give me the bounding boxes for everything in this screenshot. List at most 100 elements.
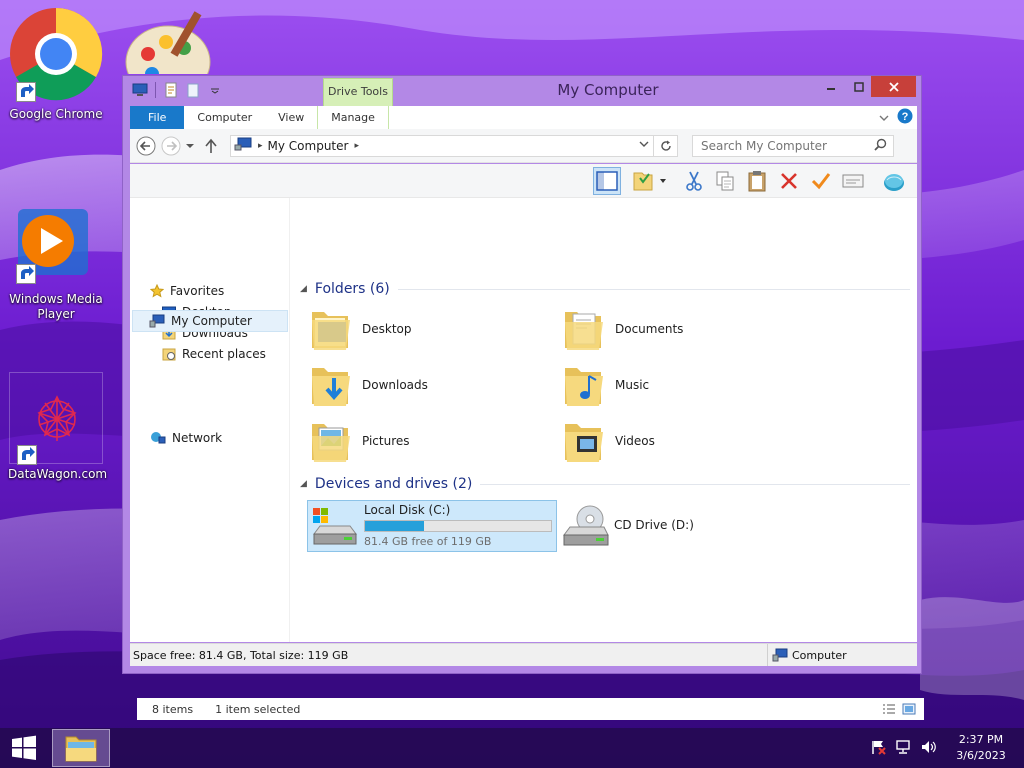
- action-center-flag-icon[interactable]: [870, 739, 886, 758]
- search-box[interactable]: [692, 134, 894, 157]
- tab-view[interactable]: View: [265, 106, 317, 129]
- chevron-down-icon[interactable]: [879, 111, 889, 125]
- details-view-icon[interactable]: [882, 703, 896, 715]
- drive-tile-cd-drive-d[interactable]: CD Drive (D:): [562, 500, 762, 552]
- collapse-caret-icon[interactable]: ◢: [300, 284, 307, 294]
- minimize-button[interactable]: [817, 76, 845, 97]
- search-icon[interactable]: [874, 138, 887, 154]
- breadcrumb-chevron-icon[interactable]: ▸: [354, 141, 359, 151]
- group-header-folders[interactable]: ◢ Folders (6): [300, 281, 910, 297]
- rename-button[interactable]: [807, 167, 835, 195]
- search-input[interactable]: [701, 138, 869, 153]
- taskbar-clock[interactable]: 2:37 PM 3/6/2023: [948, 732, 1014, 764]
- nav-favorites[interactable]: Favorites: [150, 281, 224, 301]
- folder-tile-label: Videos: [615, 434, 655, 448]
- drive-usage-fill: [365, 521, 424, 531]
- back-button[interactable]: [135, 135, 157, 157]
- network-tray-icon[interactable]: [895, 739, 911, 758]
- desktop-icon-label: DataWagon.com: [8, 467, 108, 481]
- nav-favorites-label: Favorites: [170, 284, 225, 298]
- status-bar: 8 items 1 item selected: [137, 698, 924, 720]
- up-button[interactable]: [200, 135, 222, 157]
- cd-drive-icon: [563, 505, 609, 546]
- maximize-icon: [854, 81, 864, 92]
- shortcut-arrow-icon: [16, 82, 36, 102]
- divider: [397, 288, 910, 290]
- desktop-icon-chrome[interactable]: Google Chrome: [6, 4, 106, 122]
- start-button[interactable]: [0, 728, 48, 768]
- maximize-button[interactable]: [845, 76, 873, 97]
- folder-tile-documents[interactable]: Documents: [563, 306, 683, 352]
- folder-tile-desktop[interactable]: Desktop: [310, 306, 412, 352]
- cut-button[interactable]: [680, 167, 708, 195]
- svg-text:?: ?: [902, 111, 909, 123]
- network-small-icon: [151, 432, 166, 444]
- address-dropdown-icon[interactable]: [635, 140, 653, 151]
- folder-tile-downloads[interactable]: Downloads: [310, 362, 428, 408]
- delete-x-icon: [781, 173, 797, 189]
- preview-pane-button[interactable]: [593, 167, 621, 195]
- folder-tile-label: Pictures: [362, 434, 410, 448]
- documents-folder-icon: [565, 312, 603, 350]
- recent-locations-button[interactable]: [182, 135, 198, 157]
- drive-name: CD Drive (D:): [614, 518, 694, 532]
- file-explorer-icon: [65, 736, 97, 762]
- group-header-label: Devices and drives (2): [314, 476, 473, 492]
- desktop-icon-label: Windows Media Player: [9, 292, 103, 321]
- properties-button[interactable]: [839, 167, 867, 195]
- shortcut-arrow-icon: [17, 445, 37, 465]
- address-bar[interactable]: ▸ My Computer ▸: [230, 134, 678, 157]
- delete-button[interactable]: [775, 167, 803, 195]
- collapse-caret-icon[interactable]: ◢: [300, 479, 307, 489]
- details-bar: Space free: 81.4 GB, Total size: 119 GB …: [130, 643, 917, 666]
- folder-tile-pictures[interactable]: Pictures: [310, 418, 410, 464]
- ribbon-controls: ?: [879, 106, 917, 129]
- copy-button[interactable]: [711, 167, 739, 195]
- paste-button[interactable]: [743, 167, 771, 195]
- pane-layout-icon: [596, 171, 618, 191]
- content-area: Favorites Desktop Downloads Recent place…: [130, 198, 924, 720]
- view-switcher: [882, 703, 916, 715]
- breadcrumb-chevron-icon[interactable]: ▸: [258, 141, 263, 151]
- tab-file[interactable]: File: [130, 106, 185, 129]
- checkmark-icon: [811, 173, 831, 190]
- network-globe-button[interactable]: [880, 167, 908, 195]
- nav-item-network[interactable]: Network: [150, 428, 222, 448]
- new-folder-icon[interactable]: [184, 81, 202, 99]
- chevron-down-icon[interactable]: [206, 81, 224, 99]
- folder-tile-label: Downloads: [362, 378, 428, 392]
- nav-item-my-computer[interactable]: My Computer: [132, 310, 288, 332]
- folder-tile-videos[interactable]: Videos: [563, 418, 655, 464]
- volume-tray-icon[interactable]: [920, 739, 938, 758]
- tab-computer[interactable]: Computer: [184, 106, 265, 129]
- nav-item-recent-places[interactable]: Recent places: [162, 344, 266, 364]
- back-arrow-icon: [136, 136, 156, 155]
- computer-small-icon: [234, 137, 252, 154]
- desktop-icon-paint[interactable]: [118, 4, 218, 74]
- refresh-button[interactable]: [653, 135, 677, 156]
- divider: [155, 82, 156, 98]
- view-options-button[interactable]: [630, 167, 670, 195]
- title-bar[interactable]: Drive Tools My Computer: [123, 76, 921, 106]
- folder-tile-music[interactable]: Music: [563, 362, 649, 408]
- help-icon[interactable]: ?: [897, 108, 913, 127]
- drive-tile-local-disk-c[interactable]: Local Disk (C:) 81.4 GB free of 119 GB: [307, 500, 557, 552]
- chevron-down-icon: [186, 143, 194, 148]
- desktop-icon-media-player[interactable]: Windows Media Player: [6, 205, 106, 322]
- desktop-folder-icon: [312, 312, 350, 350]
- group-header-devices[interactable]: ◢ Devices and drives (2): [300, 476, 910, 492]
- computer-small-icon[interactable]: [131, 81, 149, 99]
- large-icons-view-icon[interactable]: [902, 703, 916, 715]
- refresh-icon: [660, 140, 671, 151]
- forward-button[interactable]: [160, 135, 182, 157]
- scissors-icon: [686, 171, 702, 191]
- navigation-bar: ▸ My Computer ▸: [130, 129, 917, 163]
- properties-icon[interactable]: [162, 81, 180, 99]
- close-button[interactable]: [871, 76, 916, 97]
- taskbar-file-explorer[interactable]: [52, 729, 110, 767]
- breadcrumb-my-computer[interactable]: My Computer: [268, 139, 349, 153]
- desktop-icon-datawagon[interactable]: DataWagon.com: [6, 372, 108, 482]
- clock-time: 2:37 PM: [958, 733, 1004, 746]
- tab-manage[interactable]: Manage: [317, 106, 389, 129]
- divider: [480, 483, 910, 485]
